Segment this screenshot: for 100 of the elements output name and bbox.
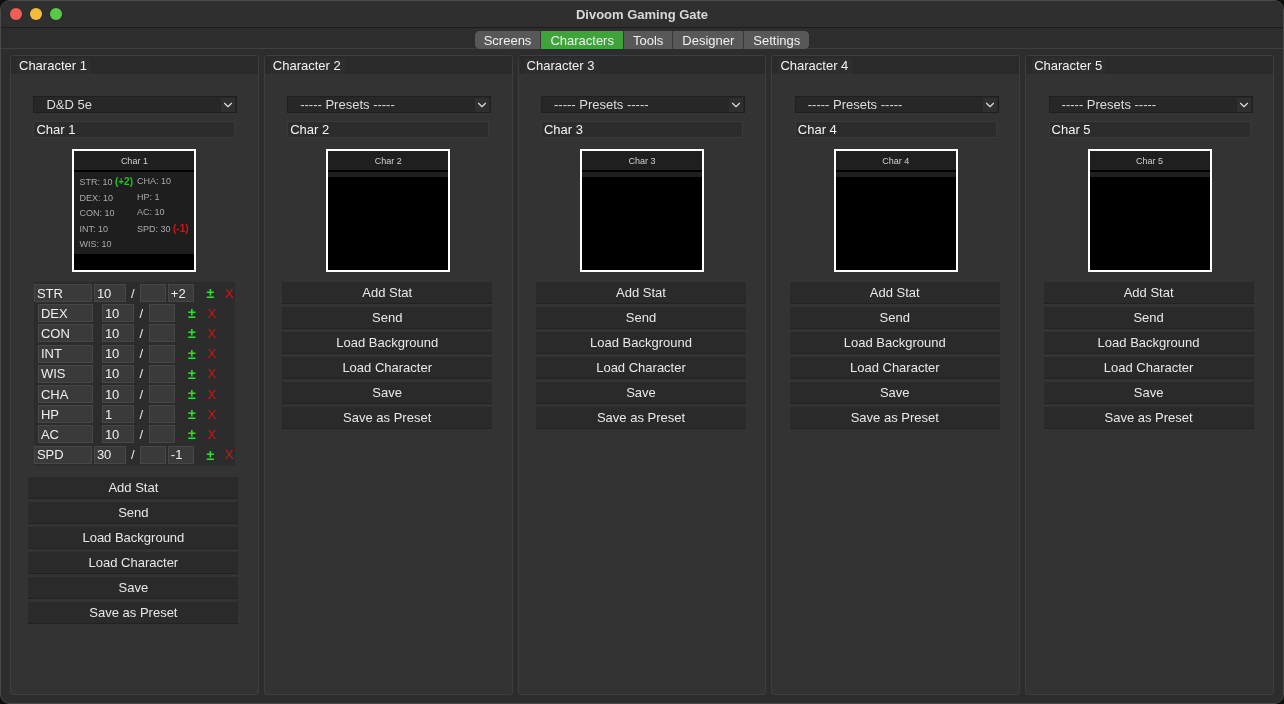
stat-value-field[interactable]: 30 <box>93 445 126 464</box>
stat-max-field[interactable] <box>148 324 175 343</box>
chevron-down-icon <box>982 97 997 112</box>
preset-dropdown[interactable]: ----- Presets ----- <box>794 96 999 113</box>
action-button[interactable]: Load Character <box>1043 357 1254 379</box>
stat-value-field[interactable]: 10 <box>101 425 134 444</box>
preview-stat: STR: 10 (+2) <box>79 175 133 189</box>
adjust-button[interactable]: ± <box>183 325 200 342</box>
stat-max-field[interactable] <box>148 344 175 363</box>
action-button[interactable]: Load Character <box>789 357 1000 379</box>
stat-max-field[interactable] <box>139 445 166 464</box>
slash-separator: / <box>138 325 145 341</box>
minimize-icon[interactable] <box>30 8 42 20</box>
preview-stat: WIS: 10 <box>79 238 113 251</box>
stat-name-field[interactable]: HP <box>37 405 93 424</box>
adjust-button[interactable]: ± <box>183 305 200 322</box>
adjust-button[interactable]: ± <box>183 345 200 362</box>
stat-name-field[interactable]: SPD <box>33 445 92 464</box>
action-button[interactable]: Load Background <box>789 332 1000 354</box>
preview-title: Char 5 <box>1136 155 1164 166</box>
preview-title: Char 2 <box>374 155 402 166</box>
adjust-button[interactable]: ± <box>183 406 200 423</box>
action-button[interactable]: Add Stat <box>282 282 493 304</box>
adjust-button[interactable]: ± <box>202 285 218 302</box>
action-button[interactable]: Save as Preset <box>536 407 746 429</box>
stat-value-field[interactable]: 10 <box>101 324 134 343</box>
slash-separator: / <box>138 305 145 321</box>
preview-stat: CHA: 10 <box>137 175 172 188</box>
stat-name-field[interactable]: STR <box>33 284 92 303</box>
action-button[interactable]: Load Character <box>28 551 239 574</box>
action-button[interactable]: Save <box>28 576 239 599</box>
preview-stat: AC: 10 <box>137 206 166 219</box>
preview-stat: DEX: 10 <box>79 191 114 205</box>
stat-name-field[interactable]: AC <box>37 425 93 444</box>
adjust-button[interactable]: ± <box>183 426 200 443</box>
stat-value-field[interactable]: 10 <box>101 344 134 363</box>
stat-name-field[interactable]: CHA <box>37 385 93 404</box>
action-button[interactable]: Save as Preset <box>282 407 493 429</box>
chevron-down-icon <box>475 97 490 112</box>
action-button[interactable]: Send <box>28 501 239 524</box>
stat-value-field[interactable]: 10 <box>101 304 134 323</box>
action-button[interactable]: Add Stat <box>789 282 1000 304</box>
stat-max-field[interactable] <box>148 364 175 383</box>
name-field[interactable]: Char 2 <box>287 121 490 138</box>
action-button[interactable]: Save as Preset <box>28 601 239 624</box>
stat-max-field[interactable] <box>139 284 166 303</box>
stat-modifier-field[interactable]: -1 <box>167 445 194 464</box>
preview-title: Char 4 <box>882 155 910 166</box>
slash-separator: / <box>130 447 136 463</box>
stat-name-field[interactable]: DEX <box>37 304 93 323</box>
stat-max-field[interactable] <box>148 405 175 424</box>
action-button[interactable]: Add Stat <box>1043 282 1254 304</box>
name-field[interactable]: Char 4 <box>794 121 997 138</box>
action-button[interactable]: Save <box>536 382 746 404</box>
window-title: Divoom Gaming Gate <box>575 6 709 22</box>
action-button[interactable]: Save <box>282 382 493 404</box>
action-button[interactable]: Save as Preset <box>1043 407 1254 429</box>
action-button[interactable]: Send <box>282 307 493 329</box>
action-button[interactable]: Load Character <box>282 357 493 379</box>
action-button[interactable]: Add Stat <box>536 282 746 304</box>
chevron-down-icon <box>1236 97 1251 112</box>
action-button[interactable]: Add Stat <box>28 476 239 499</box>
preset-dropdown[interactable]: D&D 5e <box>33 96 238 113</box>
stat-max-field[interactable] <box>148 304 175 323</box>
name-field[interactable]: Char 1 <box>33 121 236 138</box>
close-icon[interactable] <box>10 8 22 20</box>
adjust-button[interactable]: ± <box>183 365 200 382</box>
action-button[interactable]: Load Background <box>1043 332 1254 354</box>
action-button[interactable]: Load Background <box>28 526 239 549</box>
action-button[interactable]: Load Background <box>282 332 493 354</box>
action-button[interactable]: Load Character <box>536 357 746 379</box>
preview-title: Char 1 <box>120 155 148 166</box>
adjust-button[interactable]: ± <box>202 446 218 463</box>
stat-value-field[interactable]: 10 <box>93 284 126 303</box>
stat-modifier-field[interactable]: +2 <box>167 284 194 303</box>
name-field[interactable]: Char 3 <box>541 121 743 138</box>
stat-max-field[interactable] <box>148 385 175 404</box>
adjust-button[interactable]: ± <box>183 386 200 403</box>
preview-stat: CON: 10 <box>79 207 116 220</box>
stat-value-field[interactable]: 1 <box>101 405 134 424</box>
action-button[interactable]: Save <box>1043 382 1254 404</box>
action-button[interactable]: Send <box>789 307 1000 329</box>
preset-dropdown[interactable]: ----- Presets ----- <box>1048 96 1253 113</box>
stat-name-field[interactable]: CON <box>37 324 93 343</box>
preset-dropdown[interactable]: ----- Presets ----- <box>541 96 745 113</box>
action-button[interactable]: Send <box>1043 307 1254 329</box>
action-button[interactable]: Save <box>789 382 1000 404</box>
action-button[interactable]: Save as Preset <box>789 407 1000 429</box>
stat-name-field[interactable]: INT <box>37 344 93 363</box>
action-button[interactable]: Load Background <box>536 332 746 354</box>
stat-value-field[interactable]: 10 <box>101 364 134 383</box>
preset-dropdown[interactable]: ----- Presets ----- <box>287 96 492 113</box>
panel-title: Character 3 <box>524 58 599 74</box>
tab[interactable]: Screens <box>474 31 542 49</box>
stat-name-field[interactable]: WIS <box>37 364 93 383</box>
stat-max-field[interactable] <box>148 425 175 444</box>
stat-value-field[interactable]: 10 <box>101 385 134 404</box>
name-field[interactable]: Char 5 <box>1048 121 1251 138</box>
maximize-icon[interactable] <box>50 8 62 20</box>
action-button[interactable]: Send <box>536 307 746 329</box>
